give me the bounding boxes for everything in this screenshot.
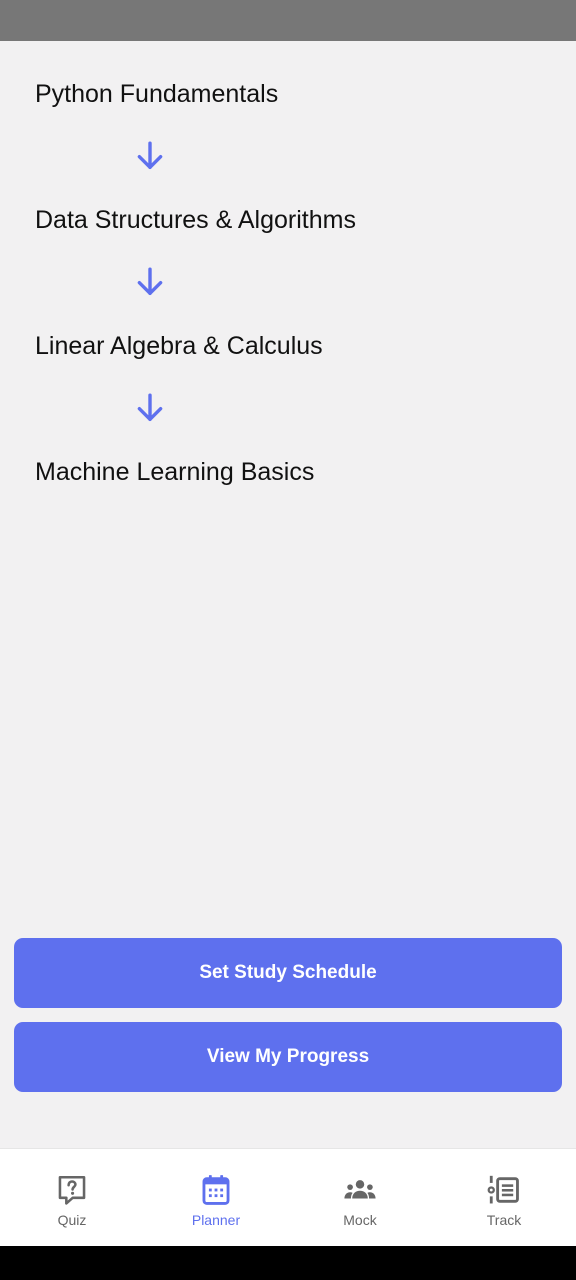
nav-item-mock[interactable]: Mock xyxy=(288,1149,432,1247)
arrow-down-icon xyxy=(137,393,163,422)
system-navigation-bar xyxy=(0,1246,576,1280)
nav-label-mock: Mock xyxy=(343,1212,377,1228)
step-machine-learning: Machine Learning Basics xyxy=(35,458,315,486)
nav-label-planner: Planner xyxy=(191,1212,241,1228)
quiz-icon xyxy=(58,1175,86,1205)
track-list-icon xyxy=(487,1175,519,1204)
group-icon xyxy=(344,1180,376,1199)
view-my-progress-button[interactable]: View My Progress xyxy=(14,1022,562,1092)
set-study-schedule-button[interactable]: Set Study Schedule xyxy=(14,938,562,1008)
arrow-down-icon xyxy=(137,141,163,170)
step-python-fundamentals: Python Fundamentals xyxy=(35,80,279,108)
calendar-icon xyxy=(202,1175,230,1205)
step-data-structures: Data Structures & Algorithms xyxy=(35,206,356,234)
nav-label-quiz: Quiz xyxy=(57,1212,87,1228)
nav-item-track[interactable]: Track xyxy=(432,1149,576,1247)
nav-item-quiz[interactable]: Quiz xyxy=(0,1149,144,1247)
nav-label-track: Track xyxy=(486,1212,522,1228)
arrow-down-icon xyxy=(137,267,163,296)
step-linear-algebra: Linear Algebra & Calculus xyxy=(35,332,323,360)
status-bar xyxy=(0,0,576,41)
nav-item-planner[interactable]: Planner xyxy=(144,1149,288,1247)
bottom-navigation: Quiz Planner Mock Track xyxy=(0,1148,576,1246)
